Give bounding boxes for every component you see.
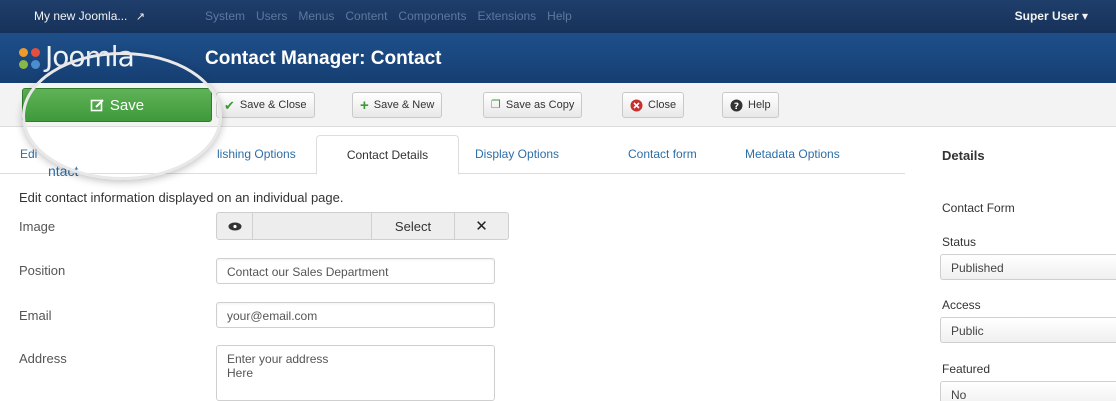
save-new-button[interactable]: + Save & New xyxy=(352,92,443,118)
external-link-icon: ↗ xyxy=(135,11,145,23)
tab-contact-details[interactable]: Contact Details xyxy=(316,135,459,175)
email-field[interactable]: your@email.com xyxy=(216,302,495,328)
tab-bar: Edi ntact lishing Options Contact Detail… xyxy=(0,127,905,179)
main-menu: System Users Menus Content Components Ex… xyxy=(205,9,572,23)
joomla-logo: Joomla xyxy=(15,38,195,74)
status-select[interactable]: Published xyxy=(940,254,1116,280)
plus-icon: + xyxy=(360,96,369,114)
menu-menus[interactable]: Menus xyxy=(298,9,334,23)
featured-label: Featured xyxy=(942,362,991,376)
featured-select[interactable]: No xyxy=(940,381,1116,401)
status-label: Status xyxy=(942,235,977,249)
check-icon: ✔ xyxy=(224,97,235,113)
menu-extensions[interactable]: Extensions xyxy=(477,9,536,23)
joomla-logo-icon xyxy=(19,48,41,70)
copy-icon: ❐ xyxy=(491,98,501,111)
clear-image-icon[interactable]: ✕ xyxy=(455,213,508,239)
logo-text: Joomla xyxy=(45,40,135,73)
menu-users[interactable]: Users xyxy=(256,9,287,23)
eye-icon[interactable] xyxy=(217,213,253,239)
image-label: Image xyxy=(19,219,56,234)
close-circle-icon xyxy=(630,99,643,112)
email-label: Email xyxy=(19,308,52,323)
top-navbar: My new Joomla... ↗ System Users Menus Co… xyxy=(0,0,1116,33)
select-image-button[interactable]: Select xyxy=(371,213,455,239)
tab-contact-form[interactable]: Contact form xyxy=(628,147,697,161)
save-label: Save xyxy=(109,96,145,114)
user-menu[interactable]: Super User ▾ xyxy=(1015,9,1088,23)
help-icon: ? xyxy=(730,99,743,112)
page-header: Joomla Contact Manager: Contact xyxy=(0,33,1116,83)
menu-help[interactable]: Help xyxy=(547,9,572,23)
save-close-label: Save & Close xyxy=(239,99,307,111)
save-copy-button[interactable]: ❐ Save as Copy xyxy=(483,92,583,118)
contact-form-label: Contact Form xyxy=(942,201,1015,215)
close-label: Close xyxy=(648,99,677,111)
svg-text:?: ? xyxy=(734,102,739,112)
site-name-link[interactable]: My new Joomla... ↗ xyxy=(34,9,145,23)
address-label: Address xyxy=(19,351,67,366)
save-button[interactable]: Save xyxy=(22,88,212,122)
position-field[interactable]: Contact our Sales Department xyxy=(216,258,495,284)
tab-display-options[interactable]: Display Options xyxy=(475,147,559,161)
access-label: Access xyxy=(942,298,981,312)
menu-components[interactable]: Components xyxy=(398,9,466,23)
details-heading: Details xyxy=(942,148,985,163)
tab-publishing-options[interactable]: lishing Options xyxy=(217,147,296,161)
image-picker: Select ✕ xyxy=(216,212,509,240)
form-description: Edit contact information displayed on an… xyxy=(19,190,344,205)
tab-edit-contact[interactable]: Edi xyxy=(20,147,37,161)
save-copy-label: Save as Copy xyxy=(505,99,575,111)
save-close-button[interactable]: ✔ Save & Close xyxy=(216,92,315,118)
tab-metadata-options[interactable]: Metadata Options xyxy=(745,147,840,161)
help-button[interactable]: ? Help xyxy=(722,92,779,118)
tab-edit-contact-fragment[interactable]: ntact xyxy=(48,163,78,179)
position-label: Position xyxy=(19,263,66,278)
help-label: Help xyxy=(748,99,771,111)
image-path-field[interactable] xyxy=(253,213,371,239)
save-new-label: Save & New xyxy=(373,99,435,111)
page-title: Contact Manager: Contact xyxy=(205,48,442,69)
site-name[interactable]: My new Joomla... xyxy=(34,9,127,23)
close-button[interactable]: Close xyxy=(622,92,685,118)
access-select[interactable]: Public xyxy=(940,317,1116,343)
menu-system[interactable]: System xyxy=(205,9,245,23)
address-field[interactable]: Enter your address Here xyxy=(216,345,495,401)
edit-icon xyxy=(90,98,105,113)
toolbar: Save ✔ Save & Close + Save & New ❐ Save … xyxy=(0,83,1116,127)
menu-content[interactable]: Content xyxy=(345,9,387,23)
